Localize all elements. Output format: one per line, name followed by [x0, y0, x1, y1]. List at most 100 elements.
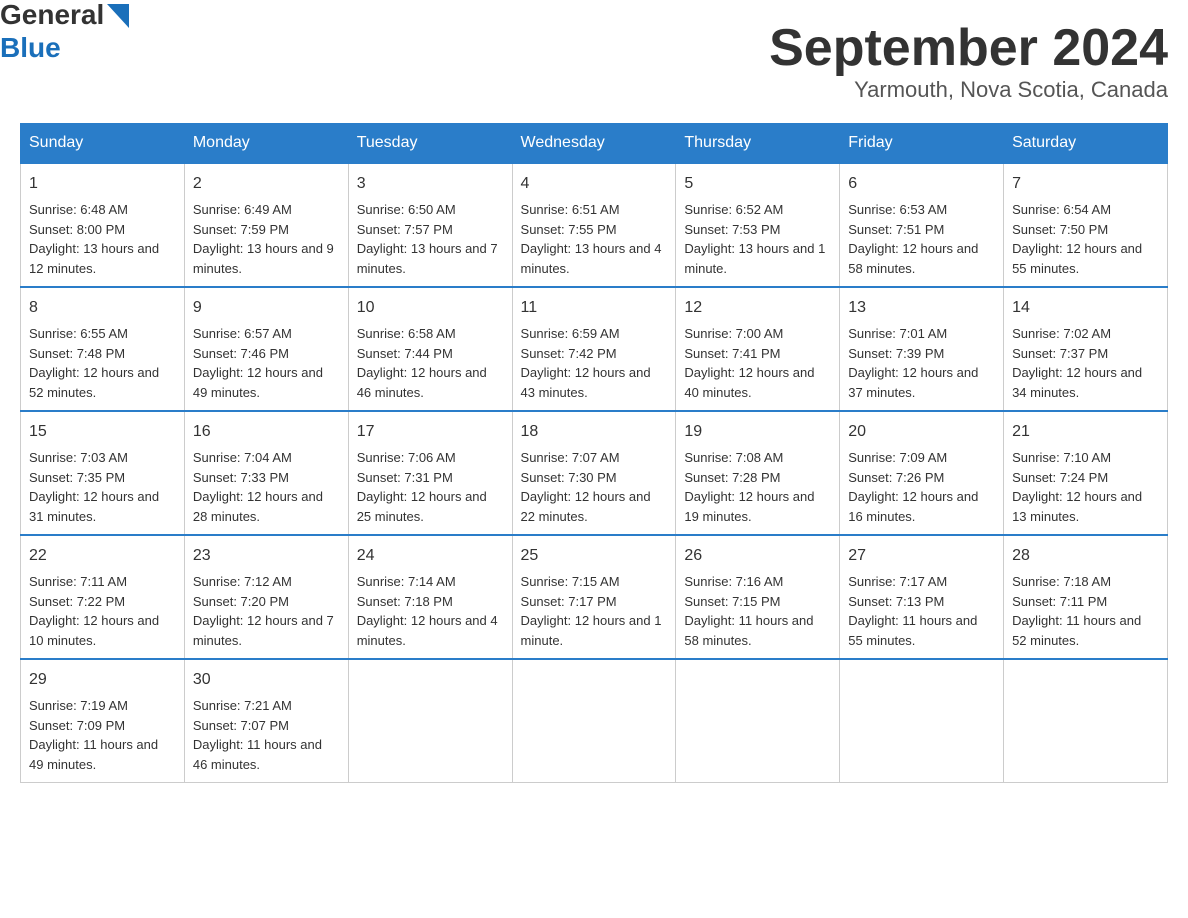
day-info: Sunrise: 6:59 AMSunset: 7:42 PMDaylight:…: [521, 326, 651, 400]
day-number: 21: [1012, 420, 1159, 444]
day-number: 19: [684, 420, 831, 444]
day-number: 27: [848, 544, 995, 568]
calendar-cell: 22 Sunrise: 7:11 AMSunset: 7:22 PMDayligh…: [21, 535, 185, 659]
day-number: 17: [357, 420, 504, 444]
day-info: Sunrise: 7:18 AMSunset: 7:11 PMDaylight:…: [1012, 574, 1141, 648]
calendar-cell: 24Sunrise: 7:14 AMSunset: 7:18 PMDayligh…: [348, 535, 512, 659]
day-number: 16: [193, 420, 340, 444]
day-number: 25: [521, 544, 668, 568]
day-info: Sunrise: 7:00 AMSunset: 7:41 PMDaylight:…: [684, 326, 814, 400]
day-info: Sunrise: 6:49 AMSunset: 7:59 PMDaylight:…: [193, 202, 334, 276]
week-row-2: 8 Sunrise: 6:55 AMSunset: 7:48 PMDaylight…: [21, 287, 1168, 411]
header-row: SundayMondayTuesdayWednesdayThursdayFrid…: [21, 124, 1168, 164]
week-row-3: 15Sunrise: 7:03 AMSunset: 7:35 PMDayligh…: [21, 411, 1168, 535]
day-number: 20: [848, 420, 995, 444]
week-row-4: 22 Sunrise: 7:11 AMSunset: 7:22 PMDayligh…: [21, 535, 1168, 659]
calendar-cell: 29Sunrise: 7:19 AMSunset: 7:09 PMDayligh…: [21, 659, 185, 783]
day-number: 30: [193, 668, 340, 692]
day-number: 6: [848, 172, 995, 196]
day-info: Sunrise: 6:52 AMSunset: 7:53 PMDaylight:…: [684, 202, 825, 276]
header: GeneralBlue September 2024 Yarmouth, Nov…: [20, 20, 1168, 103]
day-info: Sunrise: 6:53 AMSunset: 7:51 PMDaylight:…: [848, 202, 978, 276]
day-number: 13: [848, 296, 995, 320]
day-number: 7: [1012, 172, 1159, 196]
day-info: Sunrise: 7:08 AMSunset: 7:28 PMDaylight:…: [684, 450, 814, 524]
calendar-cell: [840, 659, 1004, 783]
calendar-cell: 17 Sunrise: 7:06 AMSunset: 7:31 PMDayligh…: [348, 411, 512, 535]
calendar-body: 1 Sunrise: 6:48 AMSunset: 8:00 PMDaylight…: [21, 163, 1168, 783]
day-info: Sunrise: 6:51 AMSunset: 7:55 PMDaylight:…: [521, 202, 662, 276]
col-header-monday: Monday: [184, 124, 348, 164]
calendar-cell: 1 Sunrise: 6:48 AMSunset: 8:00 PMDaylight…: [21, 163, 185, 287]
day-info: Sunrise: 7:09 AMSunset: 7:26 PMDaylight:…: [848, 450, 978, 524]
calendar-cell: 12 Sunrise: 7:00 AMSunset: 7:41 PMDayligh…: [676, 287, 840, 411]
calendar-cell: 21 Sunrise: 7:10 AMSunset: 7:24 PMDayligh…: [1004, 411, 1168, 535]
calendar-cell: 28 Sunrise: 7:18 AMSunset: 7:11 PMDayligh…: [1004, 535, 1168, 659]
day-number: 9: [193, 296, 340, 320]
day-info: Sunrise: 7:03 AMSunset: 7:35 PMDaylight:…: [29, 450, 159, 524]
day-info: Sunrise: 7:04 AMSunset: 7:33 PMDaylight:…: [193, 450, 323, 524]
calendar-cell: 15Sunrise: 7:03 AMSunset: 7:35 PMDayligh…: [21, 411, 185, 535]
calendar-cell: 11 Sunrise: 6:59 AMSunset: 7:42 PMDayligh…: [512, 287, 676, 411]
day-number: 8: [29, 296, 176, 320]
calendar-cell: 9 Sunrise: 6:57 AMSunset: 7:46 PMDaylight…: [184, 287, 348, 411]
day-number: 23: [193, 544, 340, 568]
col-header-friday: Friday: [840, 124, 1004, 164]
day-info: Sunrise: 6:54 AMSunset: 7:50 PMDaylight:…: [1012, 202, 1142, 276]
logo-arrow-icon: [107, 4, 129, 28]
calendar-cell: 2 Sunrise: 6:49 AMSunset: 7:59 PMDaylight…: [184, 163, 348, 287]
calendar-cell: [512, 659, 676, 783]
calendar-cell: 5 Sunrise: 6:52 AMSunset: 7:53 PMDaylight…: [676, 163, 840, 287]
day-number: 22: [29, 544, 176, 568]
day-info: Sunrise: 6:58 AMSunset: 7:44 PMDaylight:…: [357, 326, 487, 400]
calendar-cell: 8 Sunrise: 6:55 AMSunset: 7:48 PMDaylight…: [21, 287, 185, 411]
col-header-wednesday: Wednesday: [512, 124, 676, 164]
day-number: 28: [1012, 544, 1159, 568]
day-number: 10: [357, 296, 504, 320]
calendar-subtitle: Yarmouth, Nova Scotia, Canada: [769, 77, 1168, 103]
day-info: Sunrise: 7:07 AMSunset: 7:30 PMDaylight:…: [521, 450, 651, 524]
col-header-thursday: Thursday: [676, 124, 840, 164]
day-number: 1: [29, 172, 176, 196]
day-number: 2: [193, 172, 340, 196]
day-number: 5: [684, 172, 831, 196]
logo-blue-text: Blue: [0, 33, 129, 64]
calendar-cell: 6 Sunrise: 6:53 AMSunset: 7:51 PMDaylight…: [840, 163, 1004, 287]
day-info: Sunrise: 6:48 AMSunset: 8:00 PMDaylight:…: [29, 202, 159, 276]
day-info: Sunrise: 7:06 AMSunset: 7:31 PMDaylight:…: [357, 450, 487, 524]
day-info: Sunrise: 6:55 AMSunset: 7:48 PMDaylight:…: [29, 326, 159, 400]
day-number: 11: [521, 296, 668, 320]
calendar-cell: 7 Sunrise: 6:54 AMSunset: 7:50 PMDaylight…: [1004, 163, 1168, 287]
day-info: Sunrise: 7:21 AMSunset: 7:07 PMDaylight:…: [193, 698, 322, 772]
calendar-cell: 30 Sunrise: 7:21 AMSunset: 7:07 PMDayligh…: [184, 659, 348, 783]
day-info: Sunrise: 6:57 AMSunset: 7:46 PMDaylight:…: [193, 326, 323, 400]
calendar-cell: [348, 659, 512, 783]
calendar-title: September 2024: [769, 20, 1168, 77]
day-info: Sunrise: 7:12 AMSunset: 7:20 PMDaylight:…: [193, 574, 334, 648]
calendar-cell: [1004, 659, 1168, 783]
calendar-cell: 4 Sunrise: 6:51 AMSunset: 7:55 PMDaylight…: [512, 163, 676, 287]
day-info: Sunrise: 7:10 AMSunset: 7:24 PMDaylight:…: [1012, 450, 1142, 524]
day-number: 29: [29, 668, 176, 692]
calendar-cell: 10 Sunrise: 6:58 AMSunset: 7:44 PMDayligh…: [348, 287, 512, 411]
week-row-5: 29Sunrise: 7:19 AMSunset: 7:09 PMDayligh…: [21, 659, 1168, 783]
day-info: Sunrise: 7:01 AMSunset: 7:39 PMDaylight:…: [848, 326, 978, 400]
calendar-cell: 13 Sunrise: 7:01 AMSunset: 7:39 PMDayligh…: [840, 287, 1004, 411]
day-number: 26: [684, 544, 831, 568]
day-number: 12: [684, 296, 831, 320]
col-header-saturday: Saturday: [1004, 124, 1168, 164]
calendar-cell: 25Sunrise: 7:15 AMSunset: 7:17 PMDayligh…: [512, 535, 676, 659]
calendar-cell: 26 Sunrise: 7:16 AMSunset: 7:15 PMDayligh…: [676, 535, 840, 659]
day-number: 24: [357, 544, 504, 568]
calendar-cell: 3Sunrise: 6:50 AMSunset: 7:57 PMDaylight…: [348, 163, 512, 287]
day-info: Sunrise: 7:11 AMSunset: 7:22 PMDaylight:…: [29, 574, 159, 648]
day-number: 4: [521, 172, 668, 196]
logo-general-text: General: [0, 0, 104, 31]
calendar-cell: 19 Sunrise: 7:08 AMSunset: 7:28 PMDayligh…: [676, 411, 840, 535]
day-info: Sunrise: 7:17 AMSunset: 7:13 PMDaylight:…: [848, 574, 977, 648]
calendar-cell: 20 Sunrise: 7:09 AMSunset: 7:26 PMDayligh…: [840, 411, 1004, 535]
week-row-1: 1 Sunrise: 6:48 AMSunset: 8:00 PMDaylight…: [21, 163, 1168, 287]
calendar-cell: 18Sunrise: 7:07 AMSunset: 7:30 PMDayligh…: [512, 411, 676, 535]
day-info: Sunrise: 7:16 AMSunset: 7:15 PMDaylight:…: [684, 574, 813, 648]
col-header-sunday: Sunday: [21, 124, 185, 164]
